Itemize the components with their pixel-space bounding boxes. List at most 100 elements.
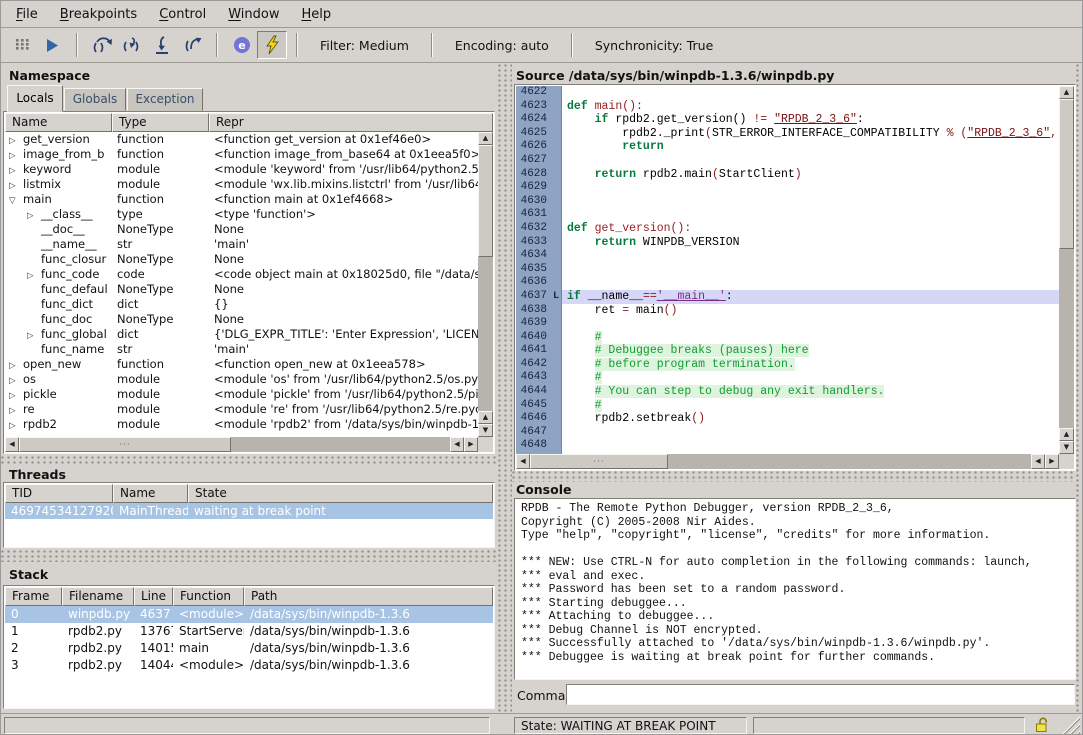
line-number[interactable]: 4635	[516, 263, 550, 277]
line-number[interactable]: 4648	[516, 439, 550, 453]
scroll-up-button[interactable]: ▲	[478, 411, 493, 424]
column-header-state[interactable]: State	[188, 484, 493, 503]
line-number[interactable]: 4629	[516, 181, 550, 195]
scroll-left-button[interactable]: ◀	[5, 437, 19, 452]
namespace-row[interactable]: func_defaulNoneTypeNone	[5, 282, 478, 297]
step-into-button[interactable]	[117, 31, 147, 59]
namespace-row[interactable]: __doc__NoneTypeNone	[5, 222, 478, 237]
line-number[interactable]: 4624	[516, 113, 550, 127]
expand-icon[interactable]: ▷	[27, 329, 41, 342]
namespace-row[interactable]: func_closurNoneTypeNone	[5, 252, 478, 267]
namespace-row[interactable]: ▷remodule<module 're' from '/usr/lib64/p…	[5, 402, 478, 417]
line-number[interactable]: 4640	[516, 331, 550, 345]
menu-breakpoints[interactable]: Breakpoints	[49, 4, 148, 25]
source-line[interactable]: 4648	[516, 439, 1059, 453]
source-line[interactable]: 4638 ret = main()	[516, 304, 1059, 318]
expand-icon[interactable]: ▷	[9, 389, 23, 402]
source-line[interactable]: 4633 return WINPDB_VERSION	[516, 236, 1059, 250]
column-header-function[interactable]: Function	[173, 587, 244, 606]
line-number[interactable]: 4641	[516, 344, 550, 358]
line-number[interactable]: 4623	[516, 100, 550, 114]
thread-row[interactable]: 46974534127920MainThreadwaiting at break…	[5, 503, 493, 519]
console-text[interactable]: RPDB - The Remote Python Debugger, versi…	[515, 499, 1075, 667]
expand-icon[interactable]: ▷	[9, 179, 23, 192]
resize-grip[interactable]	[1062, 716, 1080, 734]
namespace-row[interactable]: ▷osmodule<module 'os' from '/usr/lib64/p…	[5, 372, 478, 387]
expand-icon[interactable]: ▷	[9, 359, 23, 372]
stack-frame-row[interactable]: 2rpdb2.py14015main/data/sys/bin/winpdb-1…	[5, 640, 493, 657]
tab-locals[interactable]: Locals	[7, 85, 63, 112]
line-number[interactable]: 4633	[516, 236, 550, 250]
column-header-path[interactable]: Path	[244, 587, 493, 606]
line-number[interactable]: 4645	[516, 399, 550, 413]
step-over-button[interactable]	[87, 31, 117, 59]
expand-icon[interactable]: ▷	[27, 209, 41, 222]
scrollbar-thumb[interactable]	[1059, 99, 1074, 249]
menu-window[interactable]: Window	[217, 4, 290, 25]
namespace-row[interactable]: ▷__class__type<type 'function'>	[5, 207, 478, 222]
collapse-icon[interactable]: ▽	[9, 194, 23, 207]
tab-exception[interactable]: Exception	[127, 88, 203, 111]
namespace-row[interactable]: ▷func_globaldict{'DLG_EXPR_TITLE': 'Ente…	[5, 327, 478, 342]
column-header-tid[interactable]: TID	[5, 484, 113, 503]
source-line[interactable]: 4642 # before program termination.	[516, 358, 1059, 372]
line-number[interactable]: 4637	[516, 290, 550, 304]
menu-control[interactable]: Control	[148, 4, 217, 25]
line-number[interactable]: 4632	[516, 222, 550, 236]
scroll-left-button[interactable]: ◀	[1031, 454, 1045, 469]
namespace-row[interactable]: ▷func_codecode<code object main at 0x180…	[5, 267, 478, 282]
source-line[interactable]: 4626 return	[516, 140, 1059, 154]
line-number[interactable]: 4636	[516, 276, 550, 290]
namespace-hscrollbar[interactable]: ◀ ··· ◀ ▶	[5, 437, 478, 452]
source-line[interactable]: 4622	[516, 86, 1059, 100]
source-line[interactable]: 4629	[516, 181, 1059, 195]
source-code[interactable]: 46224623def main():4624 if rpdb2.get_ver…	[516, 86, 1059, 454]
namespace-row[interactable]: ▷listmixmodule<module 'wx.lib.mixins.lis…	[5, 177, 478, 192]
scrollbar-thumb[interactable]	[478, 145, 493, 257]
source-line[interactable]: 4630	[516, 195, 1059, 209]
line-number[interactable]: 4625	[516, 127, 550, 141]
stack-frame-row[interactable]: 0winpdb.py4637<module>/data/sys/bin/winp…	[5, 606, 493, 623]
namespace-row[interactable]: func_namestr'main'	[5, 342, 478, 357]
expand-icon[interactable]: ▷	[9, 419, 23, 432]
step-return-button[interactable]	[147, 31, 177, 59]
namespace-vscrollbar[interactable]: ▲ ▲ ▼	[478, 132, 493, 437]
scrollbar-thumb[interactable]: ···	[19, 437, 231, 452]
source-line[interactable]: 4628 return rpdb2.main(StartClient)	[516, 168, 1059, 182]
line-number[interactable]: 4644	[516, 385, 550, 399]
namespace-row[interactable]: ▷keywordmodule<module 'keyword' from '/u…	[5, 162, 478, 177]
scroll-down-button[interactable]: ▼	[1059, 441, 1074, 454]
expand-icon[interactable]: ▷	[9, 404, 23, 417]
scroll-up-button[interactable]: ▲	[478, 132, 493, 145]
splitter-horizontal[interactable]	[512, 471, 1076, 482]
scroll-left-button[interactable]: ◀	[516, 454, 530, 469]
expand-icon[interactable]: ▷	[9, 149, 23, 162]
namespace-row[interactable]: ▷picklemodule<module 'pickle' from '/usr…	[5, 387, 478, 402]
source-line[interactable]: 4634	[516, 249, 1059, 263]
command-input[interactable]	[566, 684, 1075, 705]
namespace-row[interactable]: ▷get_versionfunction<function get_versio…	[5, 132, 478, 147]
menu-file[interactable]: File	[5, 4, 49, 25]
expand-icon[interactable]: ▷	[9, 374, 23, 387]
source-line[interactable]: 4623def main():	[516, 100, 1059, 114]
namespace-row[interactable]: func_docNoneTypeNone	[5, 312, 478, 327]
source-line[interactable]: 4632def get_version():	[516, 222, 1059, 236]
splitter-horizontal[interactable]	[1, 550, 498, 562]
column-header-name[interactable]: Name	[113, 484, 188, 503]
namespace-row[interactable]: ▽mainfunction<function main at 0x1ef4668…	[5, 192, 478, 207]
namespace-row[interactable]: ▷open_newfunction<function open_new at 0…	[5, 357, 478, 372]
column-header-frame[interactable]: Frame	[5, 587, 62, 606]
expand-icon[interactable]: ▷	[9, 134, 23, 147]
scroll-right-button[interactable]: ▶	[464, 437, 478, 452]
source-line[interactable]: 4640 #	[516, 331, 1059, 345]
line-number[interactable]: 4639	[516, 317, 550, 331]
source-line[interactable]: 4624 if rpdb2.get_version() != "RPDB_2_3…	[516, 113, 1059, 127]
source-line[interactable]: 4646 rpdb2.setbreak()	[516, 412, 1059, 426]
scroll-up-button[interactable]: ▲	[1059, 86, 1074, 99]
source-line[interactable]: 4644 # You can step to debug any exit ha…	[516, 385, 1059, 399]
line-number[interactable]: 4642	[516, 358, 550, 372]
line-number[interactable]: 4627	[516, 154, 550, 168]
go-button[interactable]	[37, 31, 67, 59]
source-line[interactable]: 4639	[516, 317, 1059, 331]
line-number[interactable]: 4622	[516, 86, 550, 100]
